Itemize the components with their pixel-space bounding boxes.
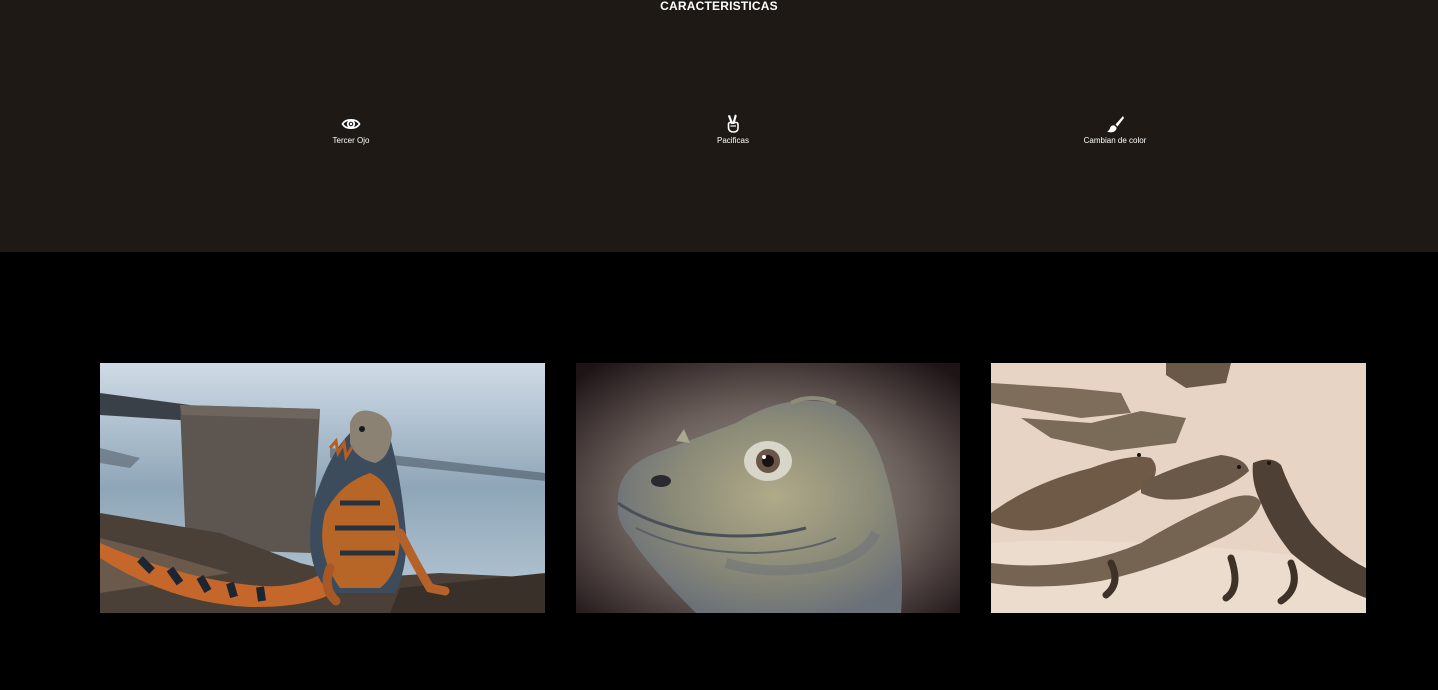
gallery-photo-iguana-closeup: [576, 363, 960, 613]
feature-third-eye: Tercer Ojo: [251, 114, 451, 146]
paint-brush-icon: [1105, 114, 1125, 134]
feature-change-color: Cambian de color: [1015, 114, 1215, 146]
feature-label: Cambian de color: [1083, 136, 1147, 145]
gallery-section: [0, 252, 1438, 690]
feature-label: Pacificas: [716, 136, 749, 145]
feature-peaceful: Pacificas: [633, 114, 833, 146]
peace-hand-icon: [723, 114, 743, 134]
gallery-photo-iguanas-beach: [991, 363, 1366, 613]
features-title: CARACTERISTICAS: [660, 0, 778, 13]
features-section: CARACTERISTICAS Tercer Ojo Pacificas Cam…: [0, 0, 1438, 252]
feature-label: Tercer Ojo: [332, 136, 370, 145]
gallery-photo-iguana-rocks: [100, 363, 545, 613]
eye-icon: [341, 114, 361, 134]
